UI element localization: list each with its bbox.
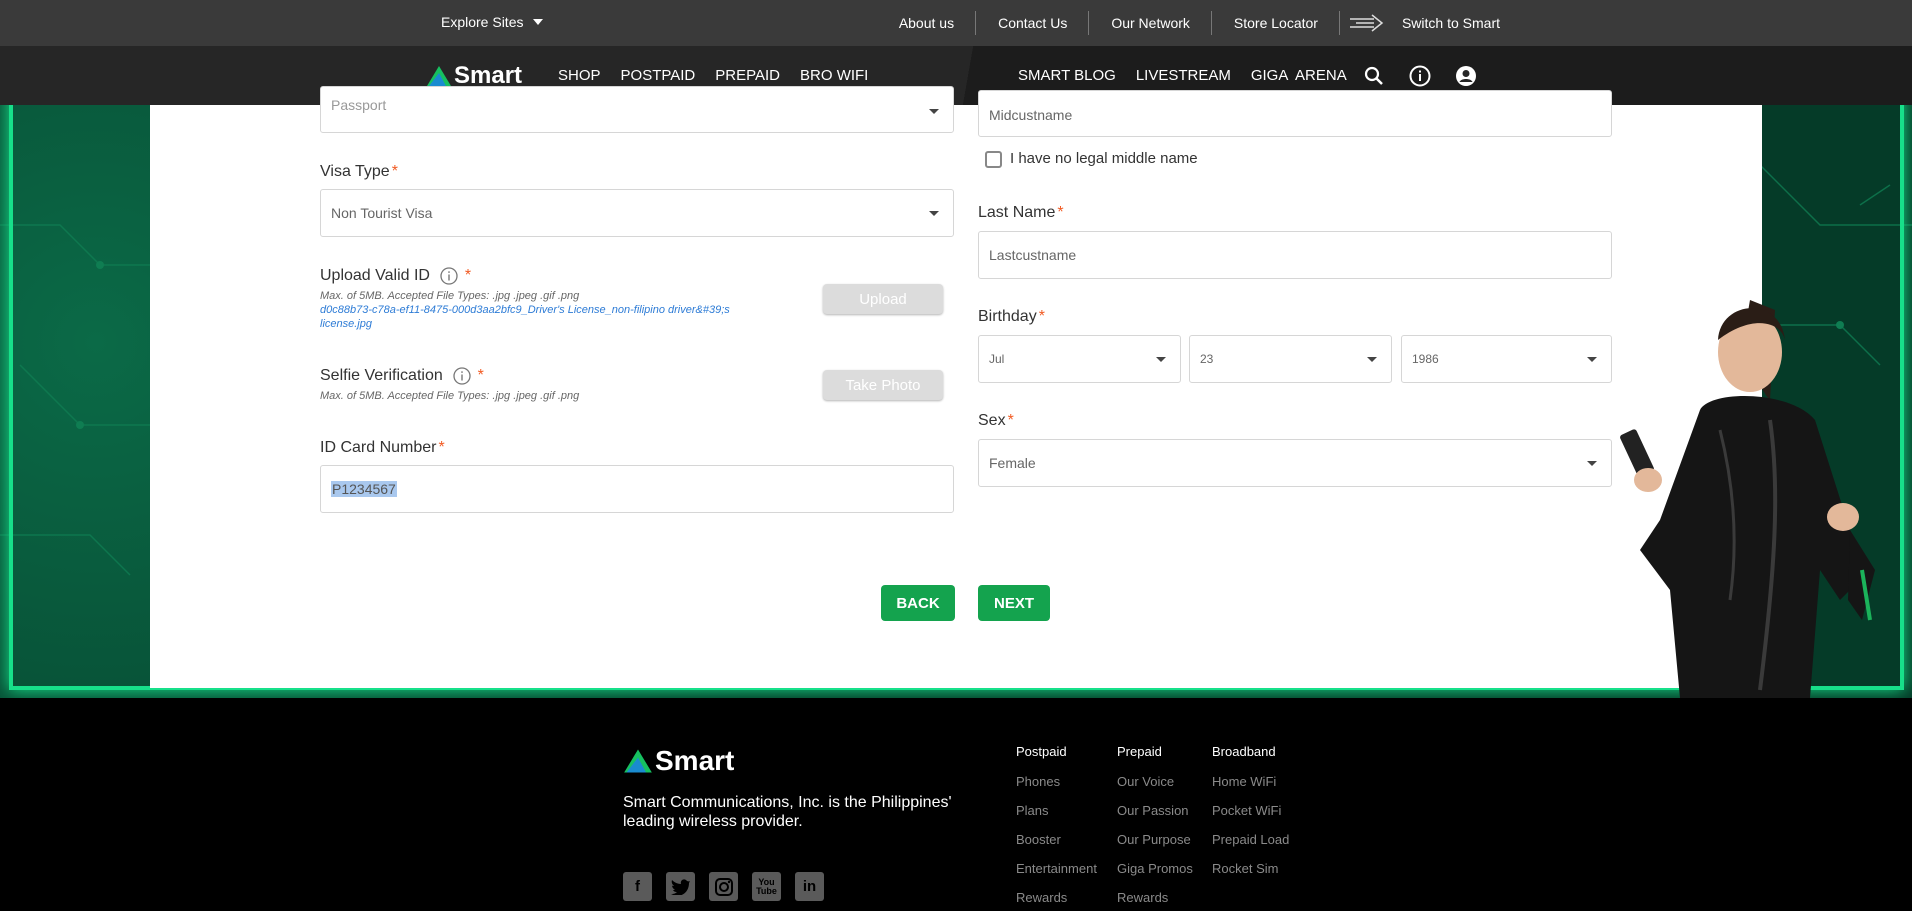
last-name-input[interactable]: Lastcustname bbox=[978, 231, 1612, 279]
nav-livestream[interactable]: LIVESTREAM bbox=[1136, 67, 1231, 84]
id-type-select[interactable]: Passport bbox=[320, 86, 954, 133]
chevron-down-icon bbox=[1587, 357, 1597, 362]
info-icon[interactable] bbox=[1408, 64, 1432, 88]
footer-link[interactable]: Prepaid Load bbox=[1212, 832, 1289, 847]
footer-broadband-column: Broadband Home WiFi Pocket WiFi Prepaid … bbox=[1212, 744, 1289, 890]
birthday-label: Birthday * bbox=[978, 308, 1045, 325]
smart-logo-icon bbox=[624, 749, 652, 773]
footer-link[interactable]: Plans bbox=[1016, 803, 1097, 818]
nav-smart-blog[interactable]: SMART BLOG bbox=[1018, 67, 1116, 84]
model-promo-image bbox=[1620, 300, 1875, 698]
nav-giga-arena[interactable]: GIGA ARENA bbox=[1251, 67, 1347, 84]
chevron-down-icon bbox=[929, 211, 939, 216]
chevron-down-icon bbox=[1587, 461, 1597, 466]
selfie-verification-label: Selfie Verification * bbox=[320, 367, 484, 385]
id-card-number-label: ID Card Number * bbox=[320, 439, 445, 456]
birth-day-select[interactable]: 23 bbox=[1189, 335, 1392, 383]
explore-sites-dropdown[interactable]: Explore Sites bbox=[441, 14, 544, 30]
nav-bro-wifi[interactable]: BRO WIFI bbox=[800, 67, 868, 84]
birth-month-select[interactable]: Jul bbox=[978, 335, 1181, 383]
footer-link[interactable]: Booster bbox=[1016, 832, 1097, 847]
footer-smart-logo[interactable]: Smart bbox=[623, 745, 734, 777]
chevron-down-icon bbox=[929, 109, 939, 114]
footer-link[interactable]: Rewards bbox=[1016, 890, 1097, 905]
search-icon[interactable] bbox=[1362, 64, 1386, 88]
linkedin-icon[interactable]: in bbox=[795, 872, 824, 901]
visa-type-value: Non Tourist Visa bbox=[331, 205, 433, 221]
selfie-hint: Max. of 5MB. Accepted File Types: .jpg .… bbox=[320, 390, 580, 402]
top-links: About us Contact Us Our Network Store Lo… bbox=[877, 0, 1500, 46]
youtube-icon[interactable]: You Tube bbox=[752, 872, 781, 901]
next-button[interactable]: NEXT bbox=[978, 585, 1050, 621]
main-navigation: Smart SHOP POSTPAID PREPAID BRO WIFI SMA… bbox=[0, 46, 1912, 105]
footer-brand-name: Smart bbox=[655, 745, 735, 776]
footer-link[interactable]: Rocket Sim bbox=[1212, 861, 1289, 876]
upload-button[interactable]: Upload bbox=[823, 284, 943, 314]
id-card-number-input[interactable]: P1234567 bbox=[320, 465, 954, 513]
footer-postpaid-column: Postpaid Phones Plans Booster Entertainm… bbox=[1016, 744, 1097, 911]
site-footer: Smart Smart Communications, Inc. is the … bbox=[0, 698, 1912, 911]
footer-prepaid-heading: Prepaid bbox=[1117, 744, 1162, 759]
no-middle-name-label[interactable]: I have no legal middle name bbox=[1010, 150, 1198, 167]
store-locator-link[interactable]: Store Locator bbox=[1212, 11, 1341, 35]
explore-sites-label: Explore Sites bbox=[441, 14, 524, 30]
switch-to-smart-link[interactable]: Switch to Smart bbox=[1340, 12, 1500, 34]
info-icon[interactable] bbox=[440, 267, 459, 285]
chevron-down-icon bbox=[533, 19, 544, 25]
upload-hint: Max. of 5MB. Accepted File Types: .jpg .… bbox=[320, 290, 580, 302]
back-button[interactable]: BACK bbox=[881, 585, 955, 621]
nav-shop[interactable]: SHOP bbox=[558, 67, 601, 84]
smart-logo-icon bbox=[427, 66, 451, 86]
footer-link[interactable]: Giga Promos bbox=[1117, 861, 1193, 876]
footer-link[interactable]: Our Voice bbox=[1117, 774, 1193, 789]
birth-year-select[interactable]: 1986 bbox=[1401, 335, 1612, 383]
info-icon[interactable] bbox=[453, 367, 471, 385]
chevron-down-icon bbox=[1367, 357, 1377, 362]
footer-link[interactable]: Home WiFi bbox=[1212, 774, 1289, 789]
top-utility-bar: Explore Sites About us Contact Us Our Ne… bbox=[0, 0, 1912, 46]
uploaded-file-name[interactable]: d0c88b73-c78a-ef11-8475-000d3aa2bfc9_Dri… bbox=[320, 303, 780, 331]
birth-month-value: Jul bbox=[989, 352, 1005, 366]
middle-name-input[interactable]: Midcustname bbox=[978, 90, 1612, 137]
footer-link[interactable]: Our Passion bbox=[1117, 803, 1193, 818]
no-middle-name-checkbox[interactable] bbox=[985, 151, 1002, 168]
social-links: f You Tube in bbox=[623, 872, 824, 901]
birth-day-value: 23 bbox=[1200, 352, 1214, 366]
switch-arrow-icon bbox=[1349, 14, 1384, 32]
sex-select[interactable]: Female bbox=[978, 439, 1612, 487]
visa-type-select[interactable]: Non Tourist Visa bbox=[320, 189, 954, 237]
footer-link[interactable]: Phones bbox=[1016, 774, 1097, 789]
our-network-link[interactable]: Our Network bbox=[1089, 11, 1212, 35]
contact-us-link[interactable]: Contact Us bbox=[976, 11, 1090, 35]
footer-link[interactable]: Our Purpose bbox=[1117, 832, 1193, 847]
about-us-link[interactable]: About us bbox=[877, 11, 977, 35]
footer-link[interactable]: Pocket WiFi bbox=[1212, 803, 1289, 818]
footer-prepaid-column: Prepaid Our Voice Our Passion Our Purpos… bbox=[1117, 744, 1193, 911]
nav-prepaid[interactable]: PREPAID bbox=[715, 67, 780, 84]
instagram-icon[interactable] bbox=[709, 872, 738, 901]
last-name-value: Lastcustname bbox=[989, 247, 1077, 263]
footer-link[interactable]: Entertainment bbox=[1016, 861, 1097, 876]
id-type-value: Passport bbox=[331, 97, 387, 113]
footer-broadband-heading: Broadband bbox=[1212, 744, 1276, 759]
upload-valid-id-label: Upload Valid ID * bbox=[320, 267, 472, 285]
facebook-icon[interactable]: f bbox=[623, 872, 652, 901]
chevron-down-icon bbox=[1156, 357, 1166, 362]
take-photo-button[interactable]: Take Photo bbox=[823, 370, 943, 400]
sex-label: Sex * bbox=[978, 412, 1014, 429]
last-name-label: Last Name * bbox=[978, 204, 1064, 221]
nav-postpaid[interactable]: POSTPAID bbox=[621, 67, 696, 84]
id-card-number-value: P1234567 bbox=[331, 481, 397, 497]
birth-year-value: 1986 bbox=[1412, 352, 1439, 366]
footer-link[interactable]: Rewards bbox=[1117, 890, 1193, 905]
switch-to-smart-label: Switch to Smart bbox=[1401, 15, 1500, 31]
footer-postpaid-heading: Postpaid bbox=[1016, 744, 1067, 759]
sex-value: Female bbox=[989, 455, 1036, 471]
visa-type-label: Visa Type * bbox=[320, 163, 398, 180]
twitter-icon[interactable] bbox=[666, 872, 695, 901]
middle-name-value: Midcustname bbox=[989, 107, 1073, 123]
footer-tagline: Smart Communications, Inc. is the Philip… bbox=[623, 794, 952, 830]
account-icon[interactable] bbox=[1454, 64, 1478, 88]
